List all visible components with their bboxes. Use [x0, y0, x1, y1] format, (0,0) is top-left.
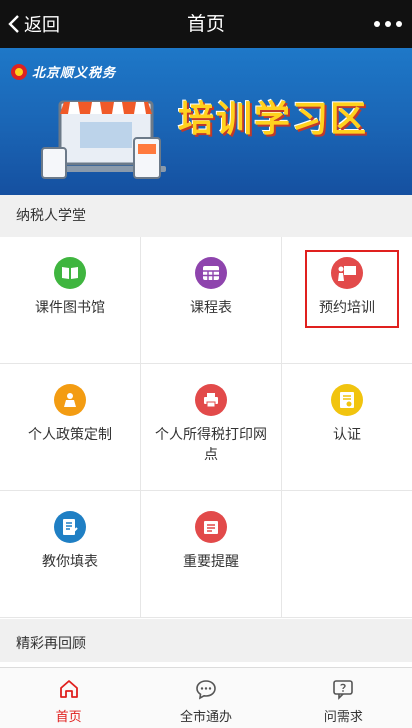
more-icon[interactable]: [374, 0, 402, 48]
certificate-icon: [331, 384, 363, 416]
banner-heading: 培训学习区: [178, 99, 369, 140]
person-policy-icon: [54, 384, 86, 416]
tab-label: 首页: [55, 710, 82, 725]
tab-ask-needs[interactable]: 问需求: [275, 668, 412, 728]
chevron-left-icon: [8, 15, 19, 33]
grid-item-label: 重要提醒: [183, 554, 239, 570]
banner-org: 北京顺义税务: [10, 62, 116, 81]
training-icon: [331, 257, 363, 289]
grid-item-label: 个人政策定制: [28, 427, 112, 443]
page-title: 首页: [186, 13, 225, 35]
tab-home[interactable]: 首页: [0, 668, 137, 728]
form-icon: [54, 511, 86, 543]
chat-icon: [196, 680, 216, 700]
section-title-review: 精彩再回顾: [0, 624, 412, 664]
grid-item-important-reminder[interactable]: 重要提醒: [141, 491, 282, 618]
schedule-icon: [195, 257, 227, 289]
back-button[interactable]: 返回: [8, 0, 60, 48]
grid-item-empty: [282, 491, 412, 618]
banner[interactable]: 北京顺义税务 培训学习区: [0, 48, 412, 195]
grid-item-iit-print-points[interactable]: 个人所得税打印网点: [141, 364, 282, 491]
banner-org-name: 北京顺义税务: [32, 66, 117, 81]
grid-item-personal-policy[interactable]: 个人政策定制: [0, 364, 141, 491]
top-bar: 返回 首页: [0, 0, 412, 48]
grid-item-form-guide[interactable]: 教你填表: [0, 491, 141, 618]
home-icon: [59, 680, 78, 698]
online-store-illustration: [41, 100, 166, 179]
grid-item-book-training[interactable]: 预约培训: [282, 237, 412, 364]
tab-label: 全市通办: [179, 710, 232, 725]
tab-citywide-service[interactable]: 全市通办: [137, 668, 274, 728]
back-label: 返回: [24, 15, 60, 36]
grid-item-courseware-library[interactable]: 课件图书馆: [0, 237, 141, 364]
grid-item-label: 课件图书馆: [35, 300, 105, 316]
tax-emblem-icon: [11, 63, 27, 80]
grid-item-label: 课程表: [190, 300, 232, 316]
bottom-tab-bar: 首页 全市通办 问需求: [0, 667, 412, 728]
grid-item-schedule[interactable]: 课程表: [141, 237, 282, 364]
grid-item-certification[interactable]: 认证: [282, 364, 412, 491]
book-icon: [54, 257, 86, 289]
grid-item-label: 认证: [333, 427, 361, 443]
tab-label: 问需求: [323, 710, 363, 725]
reminder-icon: [195, 511, 227, 543]
print-point-icon: [195, 384, 227, 416]
grid-item-label: 预约培训: [319, 300, 375, 316]
grid-item-label: 个人所得税打印网点: [155, 427, 267, 463]
section-title-school: 纳税人学堂: [0, 195, 412, 237]
feature-grid: 课件图书馆 课程表 预约培训 个人政策定制 个人所得税打印网点 认证 教你填表 …: [0, 237, 412, 619]
question-icon: [333, 680, 354, 700]
grid-item-label: 教你填表: [42, 554, 98, 570]
